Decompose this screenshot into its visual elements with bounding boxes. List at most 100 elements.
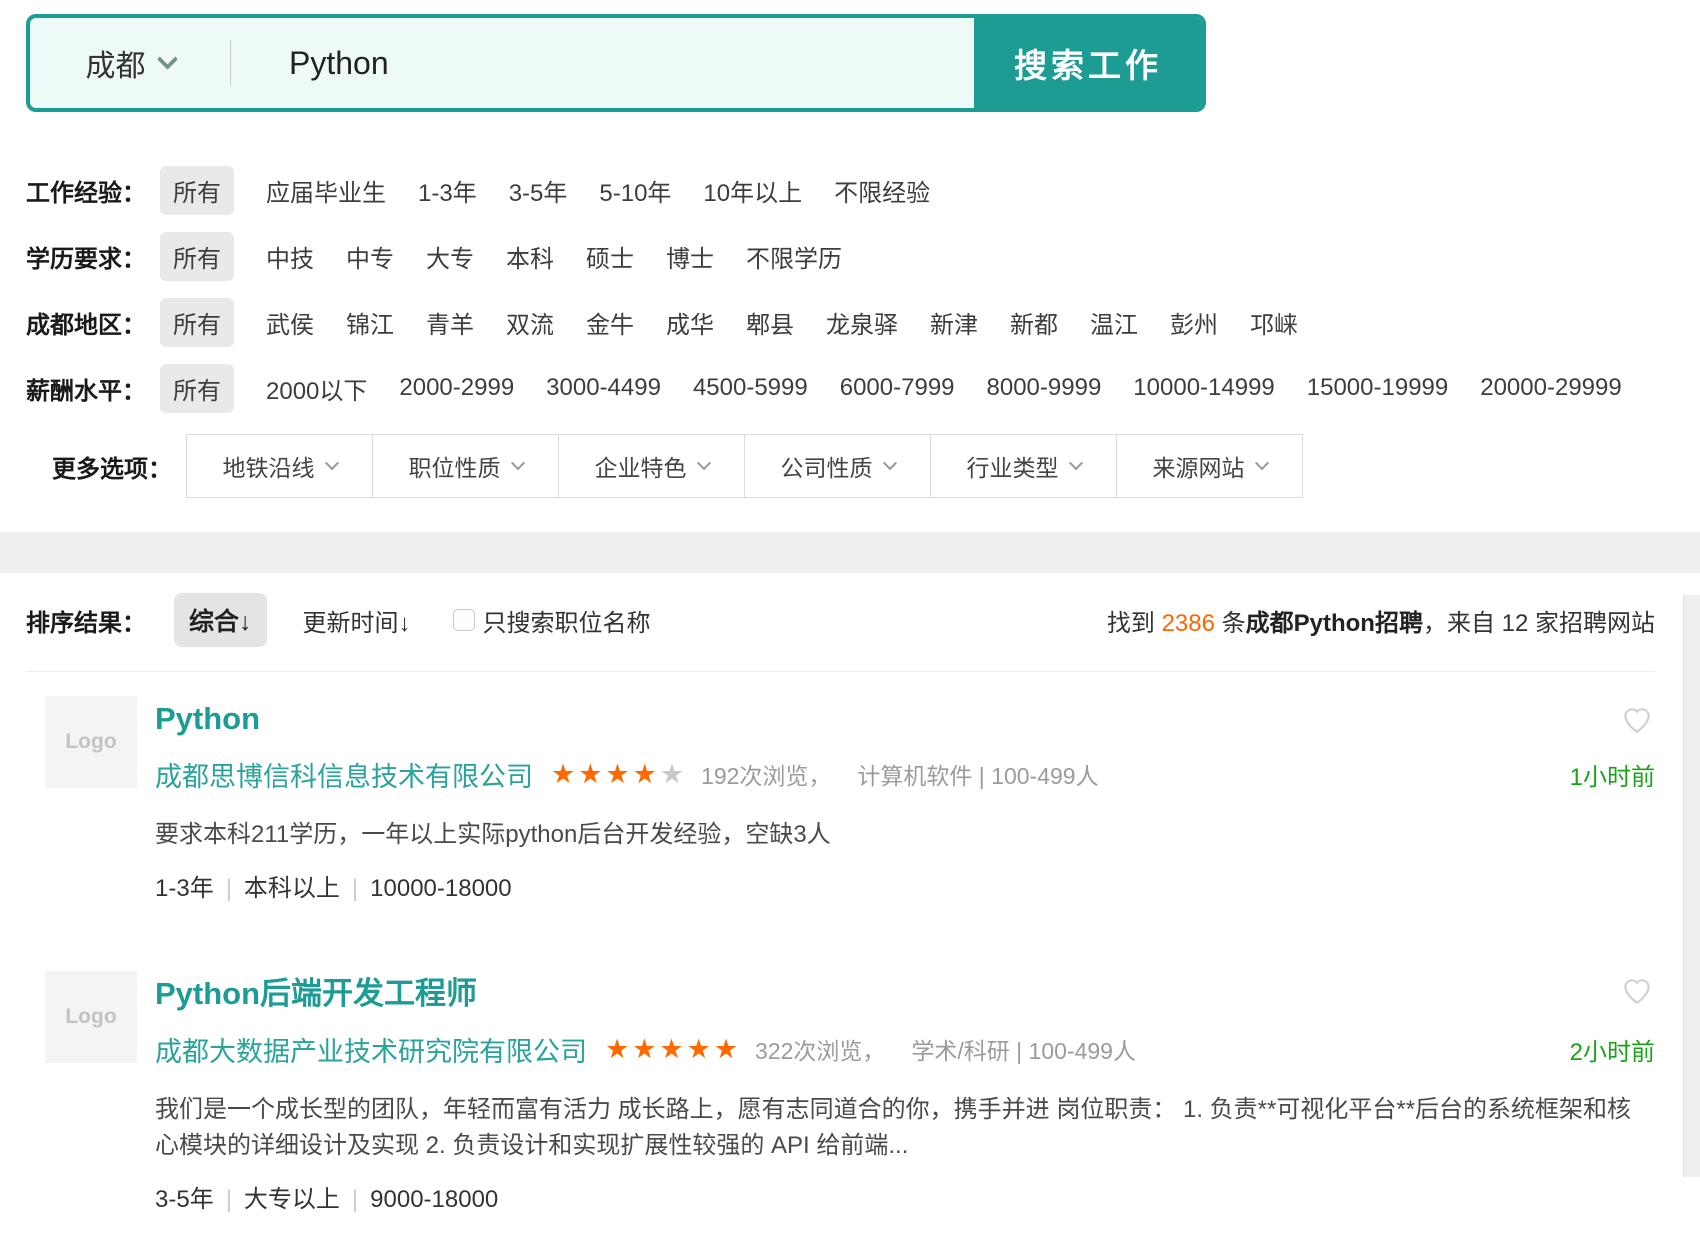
filter-option[interactable]: 双流: [506, 305, 554, 340]
filter-option[interactable]: 8000-9999: [987, 374, 1102, 402]
chevron-down-icon: [156, 48, 177, 69]
company-name-link[interactable]: 成都大数据产业技术研究院有限公司: [155, 1030, 587, 1069]
result-statistics: 找到 2386 条成都Python招聘，来自 12 家招聘网站: [1107, 603, 1655, 638]
filter-label: 薪酬水平：: [26, 371, 160, 406]
filter-option-active[interactable]: 所有: [160, 232, 234, 281]
filter-option[interactable]: 4500-5999: [693, 374, 808, 402]
chevron-down-icon: [1068, 456, 1082, 470]
view-count: 192次浏览，: [701, 757, 831, 791]
filter-option[interactable]: 武侯: [266, 305, 314, 340]
filter-option[interactable]: 应届毕业生: [266, 173, 386, 208]
filter-option[interactable]: 温江: [1090, 305, 1138, 340]
dropdown-job-nature[interactable]: 职位性质: [372, 434, 559, 498]
salary-range: 10000-18000: [370, 875, 511, 902]
filter-option[interactable]: 10000-14999: [1133, 374, 1274, 402]
filter-option[interactable]: 金牛: [586, 305, 634, 340]
dropdown-subway[interactable]: 地铁沿线: [186, 434, 373, 498]
experience-requirement: 1-3年: [155, 875, 214, 902]
filter-row-district: 成都地区： 所有 武侯 锦江 青羊 双流 金牛 成华 郫县 龙泉驿 新津 新都 …: [26, 302, 1700, 342]
filter-option-active[interactable]: 所有: [160, 298, 234, 347]
job-title-only-checkbox[interactable]: [453, 609, 475, 631]
job-requirements: 3-5年|大专以上|9000-18000: [155, 1184, 1655, 1216]
star-rating: ★★★★★: [551, 759, 687, 790]
job-description: 我们是一个成长型的团队，年轻而富有活力 成长路上，愿有志同道合的你，携手并进 岗…: [155, 1092, 1655, 1164]
filter-option[interactable]: 10年以上: [703, 173, 802, 208]
industry-and-size: 计算机软件 | 100-499人: [857, 757, 1098, 791]
job-listing: Logo Python后端开发工程师 成都大数据产业技术研究院有限公司 ★★★★…: [0, 935, 1700, 1246]
dropdown-source-site[interactable]: 来源网站: [1116, 434, 1303, 498]
filter-option[interactable]: 新都: [1010, 305, 1058, 340]
filter-label: 成都地区：: [26, 305, 160, 340]
filter-option-active[interactable]: 所有: [160, 166, 234, 215]
filter-option[interactable]: 彭州: [1170, 305, 1218, 340]
filter-option[interactable]: 3000-4499: [546, 374, 661, 402]
section-separator: [0, 532, 1700, 573]
filter-option[interactable]: 青羊: [426, 305, 474, 340]
filter-label: 工作经验：: [26, 173, 160, 208]
chevron-down-icon: [1254, 456, 1268, 470]
checkbox-label: 只搜索职位名称: [483, 603, 651, 638]
filter-option[interactable]: 3-5年: [509, 173, 568, 208]
filter-option[interactable]: 硕士: [586, 239, 634, 274]
sort-by-time-button[interactable]: 更新时间↓: [303, 603, 411, 638]
search-button[interactable]: 搜索工作: [974, 18, 1202, 108]
filter-option[interactable]: 2000-2999: [399, 374, 514, 402]
view-count: 322次浏览，: [755, 1032, 885, 1066]
filter-option[interactable]: 15000-19999: [1307, 374, 1448, 402]
filter-option[interactable]: 邛崃: [1250, 305, 1298, 340]
company-logo: Logo: [45, 971, 137, 1063]
chevron-down-icon: [696, 456, 710, 470]
company-name-link[interactable]: 成都思博信科信息技术有限公司: [155, 755, 533, 794]
city-select-value: 成都: [86, 41, 146, 85]
filter-option[interactable]: 龙泉驿: [826, 305, 898, 340]
filter-label: 更多选项：: [52, 449, 186, 484]
filter-row-education: 学历要求： 所有 中技 中专 大专 本科 硕士 博士 不限学历: [26, 236, 1700, 276]
company-logo: Logo: [45, 696, 137, 788]
city-select[interactable]: 成都: [30, 18, 230, 108]
filter-row-salary: 薪酬水平： 所有 2000以下 2000-2999 3000-4499 4500…: [26, 368, 1700, 408]
search-bar: 成都 搜索工作: [26, 14, 1206, 112]
filter-option[interactable]: 中技: [266, 239, 314, 274]
chevron-down-icon: [324, 456, 338, 470]
sort-label: 排序结果：: [26, 603, 146, 638]
filter-option[interactable]: 本科: [506, 239, 554, 274]
posted-time: 1小时前: [1570, 757, 1655, 792]
education-requirement: 本科以上: [244, 875, 340, 902]
favorite-heart-icon[interactable]: [1619, 702, 1655, 736]
sort-bar: 排序结果： 综合↓ 更新时间↓ 只搜索职位名称 找到 2386 条成都Pytho…: [26, 595, 1655, 645]
dropdown-company-feature[interactable]: 企业特色: [558, 434, 745, 498]
filter-panel: 工作经验： 所有 应届毕业生 1-3年 3-5年 5-10年 10年以上 不限经…: [26, 170, 1700, 498]
filter-row-experience: 工作经验： 所有 应届毕业生 1-3年 3-5年 5-10年 10年以上 不限经…: [26, 170, 1700, 210]
filter-option[interactable]: 1-3年: [418, 173, 477, 208]
posted-time: 2小时前: [1570, 1032, 1655, 1067]
filter-option[interactable]: 2000以下: [266, 371, 367, 406]
chevron-down-icon: [510, 456, 524, 470]
job-title-link[interactable]: Python: [155, 700, 260, 737]
filter-option[interactable]: 郫县: [746, 305, 794, 340]
filter-label: 学历要求：: [26, 239, 160, 274]
job-description: 要求本科211学历，一年以上实际python后台开发经验，空缺3人: [155, 817, 1655, 853]
filter-option[interactable]: 大专: [426, 239, 474, 274]
filter-option[interactable]: 成华: [666, 305, 714, 340]
filter-option[interactable]: 6000-7999: [840, 374, 955, 402]
job-requirements: 1-3年|本科以上|10000-18000: [155, 873, 1655, 905]
sort-comprehensive-button[interactable]: 综合↓: [174, 593, 267, 647]
filter-option[interactable]: 20000-29999: [1480, 374, 1621, 402]
search-input[interactable]: [231, 18, 974, 108]
filter-option[interactable]: 锦江: [346, 305, 394, 340]
filter-option[interactable]: 博士: [666, 239, 714, 274]
filter-option[interactable]: 不限经验: [834, 173, 930, 208]
filter-option-active[interactable]: 所有: [160, 364, 234, 413]
job-listing: Logo Python 成都思博信科信息技术有限公司 ★★★★★ 192次浏览，…: [0, 672, 1700, 935]
dropdown-industry[interactable]: 行业类型: [930, 434, 1117, 498]
job-title-link[interactable]: Python后端开发工程师: [155, 975, 477, 1012]
favorite-heart-icon[interactable]: [1619, 973, 1655, 1007]
dropdown-company-type[interactable]: 公司性质: [744, 434, 931, 498]
filter-option[interactable]: 5-10年: [599, 173, 671, 208]
star-rating: ★★★★★: [605, 1034, 741, 1065]
chevron-down-icon: [882, 456, 896, 470]
filter-option[interactable]: 不限学历: [746, 239, 842, 274]
filter-option[interactable]: 中专: [346, 239, 394, 274]
filter-option[interactable]: 新津: [930, 305, 978, 340]
results-section: 排序结果： 综合↓ 更新时间↓ 只搜索职位名称 找到 2386 条成都Pytho…: [0, 595, 1700, 1177]
